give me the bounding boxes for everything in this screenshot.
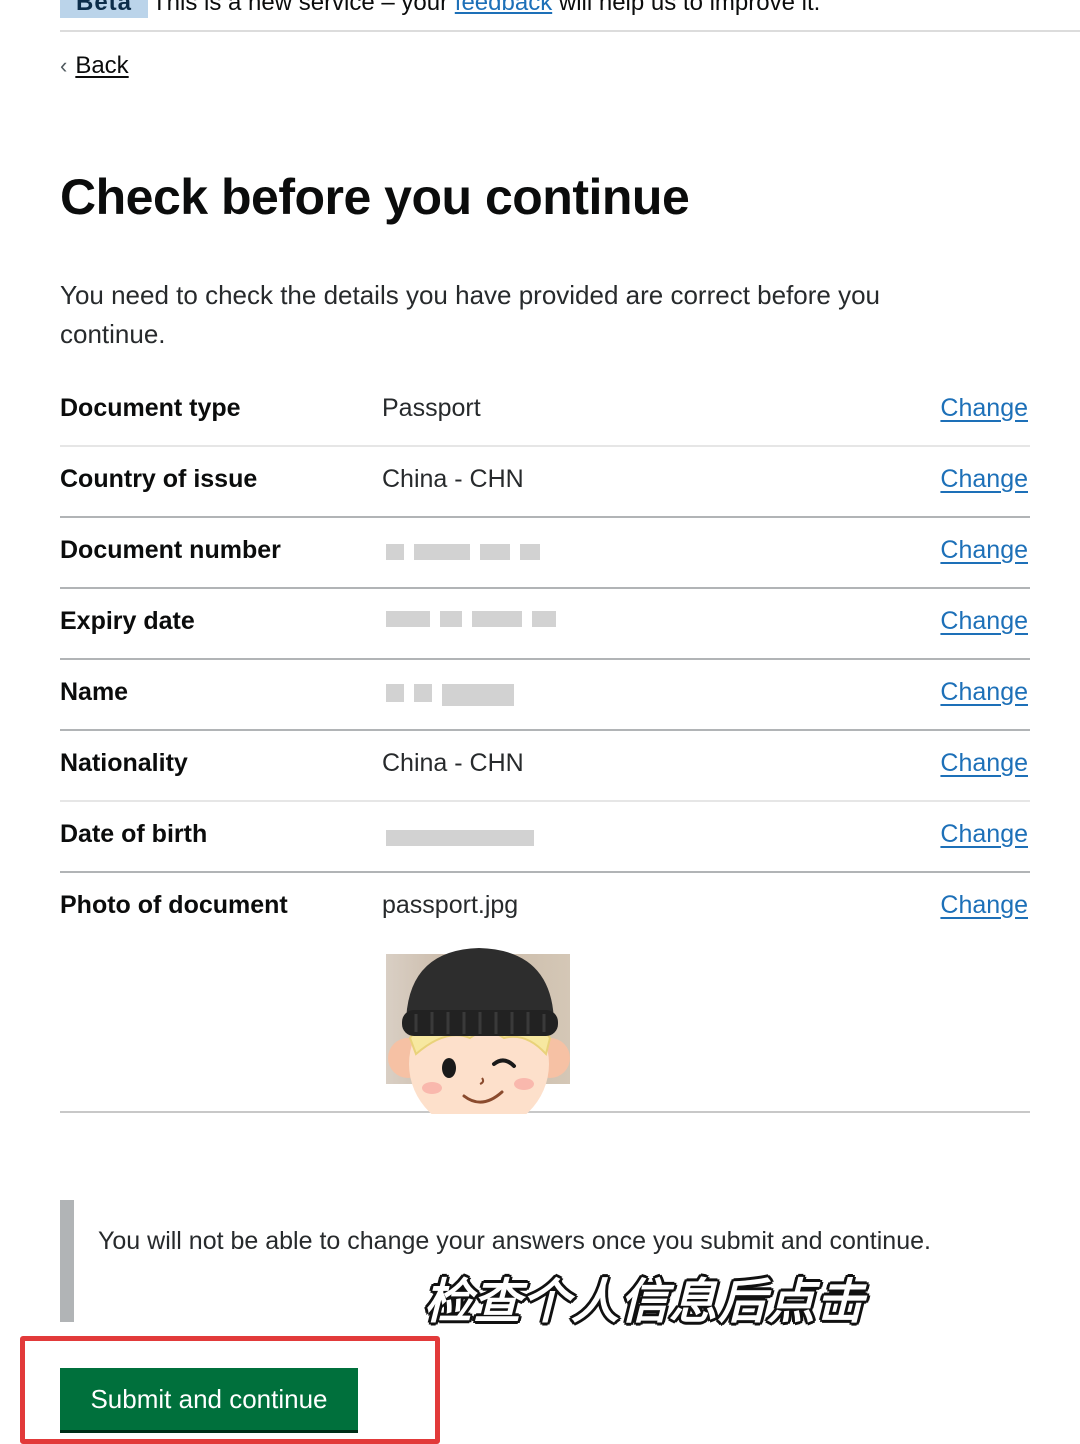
phase-tag: Beta	[60, 0, 148, 18]
summary-key: Document number	[60, 536, 281, 564]
redacted-value	[386, 684, 514, 706]
phase-text-after: will help us to improve it.	[552, 0, 821, 16]
document-photo-thumbnail	[386, 946, 574, 1134]
change-link-expiry-date[interactable]: Change	[940, 607, 1028, 636]
summary-value: China - CHN	[382, 749, 524, 777]
cartoon-face-icon	[388, 948, 570, 1114]
video-caption-overlay: 检查个人信息后点击	[424, 1276, 866, 1329]
summary-list: Document type Passport Change Country of…	[60, 376, 1030, 1114]
summary-key: Date of birth	[60, 820, 208, 848]
summary-row-date-of-birth: Date of birth Change	[60, 802, 1030, 873]
summary-key: Document type	[60, 394, 241, 422]
summary-key: Photo of document	[60, 891, 288, 919]
submit-and-continue-button[interactable]: Submit and continue	[60, 1368, 358, 1430]
back-link-container: ‹ Back	[60, 52, 129, 80]
summary-row-nationality: Nationality China - CHN Change	[60, 731, 1030, 802]
summary-row-country-of-issue: Country of issue China - CHN Change	[60, 447, 1030, 518]
summary-row-document-type: Document type Passport Change	[60, 376, 1030, 447]
summary-value: passport.jpg	[382, 891, 519, 919]
summary-row-name: Name Change	[60, 660, 1030, 731]
phase-text-before: This is a new service – your	[152, 0, 455, 16]
change-link-country-of-issue[interactable]: Change	[940, 465, 1028, 494]
change-link-document-number[interactable]: Change	[940, 536, 1028, 565]
summary-key: Expiry date	[60, 607, 195, 635]
change-link-photo-of-document[interactable]: Change	[940, 891, 1028, 920]
feedback-link[interactable]: feedback	[455, 0, 552, 16]
phase-banner: Beta This is a new service – your feedba…	[60, 0, 1080, 32]
change-link-date-of-birth[interactable]: Change	[940, 820, 1028, 849]
page-title: Check before you continue	[60, 169, 690, 225]
summary-key: Nationality	[60, 749, 188, 777]
chevron-left-icon: ‹	[60, 53, 68, 78]
lead-paragraph: You need to check the details you have p…	[60, 280, 881, 349]
inset-warning-text: You will not be able to change your answ…	[98, 1227, 931, 1255]
change-link-nationality[interactable]: Change	[940, 749, 1028, 778]
summary-row-expiry-date: Expiry date Change	[60, 589, 1030, 660]
summary-value: Passport	[382, 394, 481, 422]
summary-value: China - CHN	[382, 465, 524, 493]
summary-row-document-number: Document number Change	[60, 518, 1030, 589]
redacted-value	[386, 544, 540, 560]
change-link-document-type[interactable]: Change	[940, 394, 1028, 423]
change-link-name[interactable]: Change	[940, 678, 1028, 707]
summary-key: Name	[60, 678, 129, 706]
summary-key: Country of issue	[60, 465, 258, 493]
back-link[interactable]: Back	[75, 52, 128, 80]
redacted-value	[386, 830, 534, 846]
redacted-value	[386, 611, 556, 627]
phase-banner-text: This is a new service – your feedback wi…	[152, 0, 820, 18]
